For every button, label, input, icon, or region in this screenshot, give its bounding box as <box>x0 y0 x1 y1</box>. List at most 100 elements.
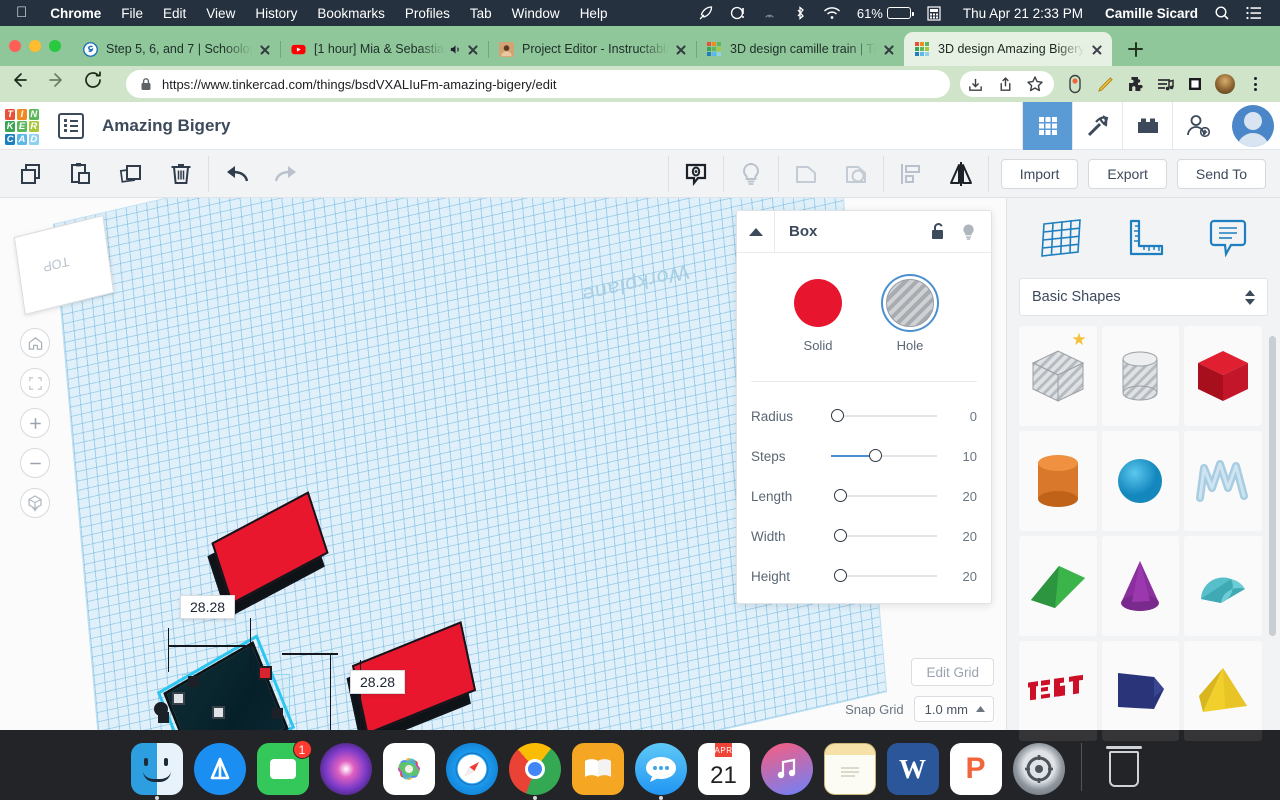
dock-item-facetime[interactable]: 1 <box>256 740 312 795</box>
copy-icon[interactable] <box>6 151 56 197</box>
maximize-window-button[interactable] <box>49 40 61 52</box>
dock-item-powerpoint[interactable]: P <box>949 743 1002 795</box>
screen-record-icon[interactable] <box>1062 71 1088 97</box>
user-avatar[interactable] <box>1232 104 1274 147</box>
param-slider[interactable] <box>829 566 937 586</box>
close-tab-button[interactable] <box>257 41 273 57</box>
browser-tab-schoology[interactable]: Step 5, 6, and 7 | Schoology <box>72 32 281 66</box>
dock-item-itunes[interactable] <box>760 743 813 795</box>
dock-item-notes[interactable] <box>823 743 876 795</box>
menu-item-window[interactable]: Window <box>502 6 570 21</box>
param-value[interactable]: 20 <box>943 489 977 504</box>
dock-item-system-preferences[interactable] <box>1012 743 1065 795</box>
shape-item-roof-green[interactable] <box>1019 536 1097 636</box>
forward-arrow-icon[interactable] <box>46 69 76 99</box>
param-slider[interactable] <box>829 446 937 466</box>
dock-item-chrome[interactable] <box>508 743 561 800</box>
menu-item-history[interactable]: History <box>245 6 307 21</box>
shape-item-scribble[interactable] <box>1184 431 1262 531</box>
delete-icon[interactable] <box>156 151 206 197</box>
shape-item-cone-purple[interactable] <box>1101 536 1180 636</box>
height-handle[interactable] <box>258 666 272 680</box>
unlock-padlock-icon[interactable] <box>923 222 953 241</box>
reload-icon[interactable] <box>82 69 112 99</box>
dock-item-ibooks[interactable] <box>571 743 624 795</box>
dock-item-siri[interactable] <box>319 743 372 795</box>
workplane-icon[interactable] <box>1033 212 1089 264</box>
playlist-icon[interactable] <box>1152 71 1178 97</box>
share-icon[interactable] <box>992 71 1018 97</box>
snap-grid-select[interactable]: 1.0 mm <box>913 696 994 722</box>
menu-item-bookmarks[interactable]: Bookmarks <box>307 6 395 21</box>
dock-item-safari[interactable] <box>445 743 498 795</box>
light-bulb-icon[interactable] <box>953 222 983 242</box>
collapse-caret-icon[interactable] <box>737 211 775 252</box>
project-menu-icon[interactable] <box>58 112 84 139</box>
param-value[interactable]: 0 <box>943 409 977 424</box>
close-tab-button[interactable] <box>673 41 689 57</box>
close-tab-button[interactable] <box>465 41 481 57</box>
minimize-window-button[interactable] <box>29 40 41 52</box>
battery-status[interactable]: 61% <box>849 6 919 21</box>
resize-handle-w[interactable] <box>158 712 169 723</box>
light-bulb-icon[interactable] <box>726 151 776 197</box>
fit-to-view-icon[interactable] <box>20 368 50 398</box>
close-tab-button[interactable] <box>881 41 897 57</box>
menu-item-tab[interactable]: Tab <box>460 6 502 21</box>
address-bar[interactable]: https://www.tinkercad.com/things/bsdVXAL… <box>126 70 950 98</box>
tinkercad-logo[interactable]: T I N K E R C A D <box>2 106 42 146</box>
control-center-icon[interactable] <box>1238 6 1270 20</box>
undo-icon[interactable] <box>211 151 261 197</box>
spotlight-search-icon[interactable] <box>1206 5 1238 21</box>
browser-tab-instructables[interactable]: Project Editor - Instructables <box>488 32 697 66</box>
dimension-label-length[interactable]: 28.28 <box>180 595 236 619</box>
export-button[interactable]: Export <box>1088 158 1167 189</box>
browser-tab-tinkercad-amazing-bigery[interactable]: 3D design Amazing Bigery <box>904 32 1112 66</box>
align-icon[interactable] <box>886 151 936 197</box>
dock-item-calendar[interactable]: APR 21 <box>697 743 750 795</box>
shape-category-select[interactable]: Basic Shapes <box>1019 278 1268 316</box>
param-slider[interactable] <box>829 406 937 426</box>
home-view-icon[interactable] <box>20 328 50 358</box>
menu-item-view[interactable]: View <box>196 6 245 21</box>
airplay-icon[interactable] <box>754 6 785 21</box>
scale-handle-corner[interactable] <box>172 692 185 705</box>
note-icon[interactable] <box>671 151 721 197</box>
duplicate-icon[interactable] <box>106 151 156 197</box>
group-icon[interactable] <box>781 151 831 197</box>
rocket-icon[interactable] <box>690 5 722 21</box>
resize-handle-e[interactable] <box>272 708 283 719</box>
shape-item-cylinder-hole[interactable] <box>1101 326 1180 426</box>
browser-tab-tinkercad-camille-train[interactable]: 3D design camille train | Ti <box>696 32 905 66</box>
send-to-button[interactable]: Send To <box>1176 158 1266 189</box>
param-slider[interactable] <box>829 486 937 506</box>
zoom-in-icon[interactable] <box>20 408 50 438</box>
menu-item-chrome[interactable]: Chrome <box>40 6 111 21</box>
profile-avatar[interactable] <box>1212 71 1238 97</box>
param-value[interactable]: 10 <box>943 449 977 464</box>
shape-item-sphere-blue[interactable] <box>1101 431 1180 531</box>
shape-item-box-hole[interactable]: ★ <box>1019 326 1097 426</box>
bookmark-star-icon[interactable] <box>1022 71 1048 97</box>
param-value[interactable]: 20 <box>943 569 977 584</box>
invite-person-icon[interactable] <box>1172 101 1222 150</box>
menu-item-profiles[interactable]: Profiles <box>395 6 460 21</box>
dock-item-photos[interactable] <box>382 743 435 795</box>
minecraft-pickaxe-icon[interactable] <box>1072 101 1122 150</box>
shape-item-pyramid-yellow[interactable] <box>1184 641 1262 741</box>
shape-item-half-cylinder-teal[interactable] <box>1184 536 1262 636</box>
download-icon[interactable] <box>962 71 988 97</box>
solid-color-dot[interactable] <box>794 279 842 327</box>
close-tab-button[interactable] <box>1089 41 1105 57</box>
square-icon[interactable] <box>1182 71 1208 97</box>
dimension-label-width[interactable]: 28.28 <box>350 670 406 694</box>
resize-handle-nw[interactable] <box>188 676 199 687</box>
notification-icon[interactable] <box>722 5 754 21</box>
datetime-label[interactable]: Thu Apr 21 2:33 PM <box>949 6 1091 21</box>
close-window-button[interactable] <box>9 40 21 52</box>
calculator-icon[interactable] <box>919 5 949 21</box>
edit-grid-button[interactable]: Edit Grid <box>911 658 994 686</box>
perspective-toggle-icon[interactable] <box>20 488 50 518</box>
dock-item-finder[interactable] <box>130 743 183 800</box>
chrome-menu-icon[interactable] <box>1242 71 1268 97</box>
